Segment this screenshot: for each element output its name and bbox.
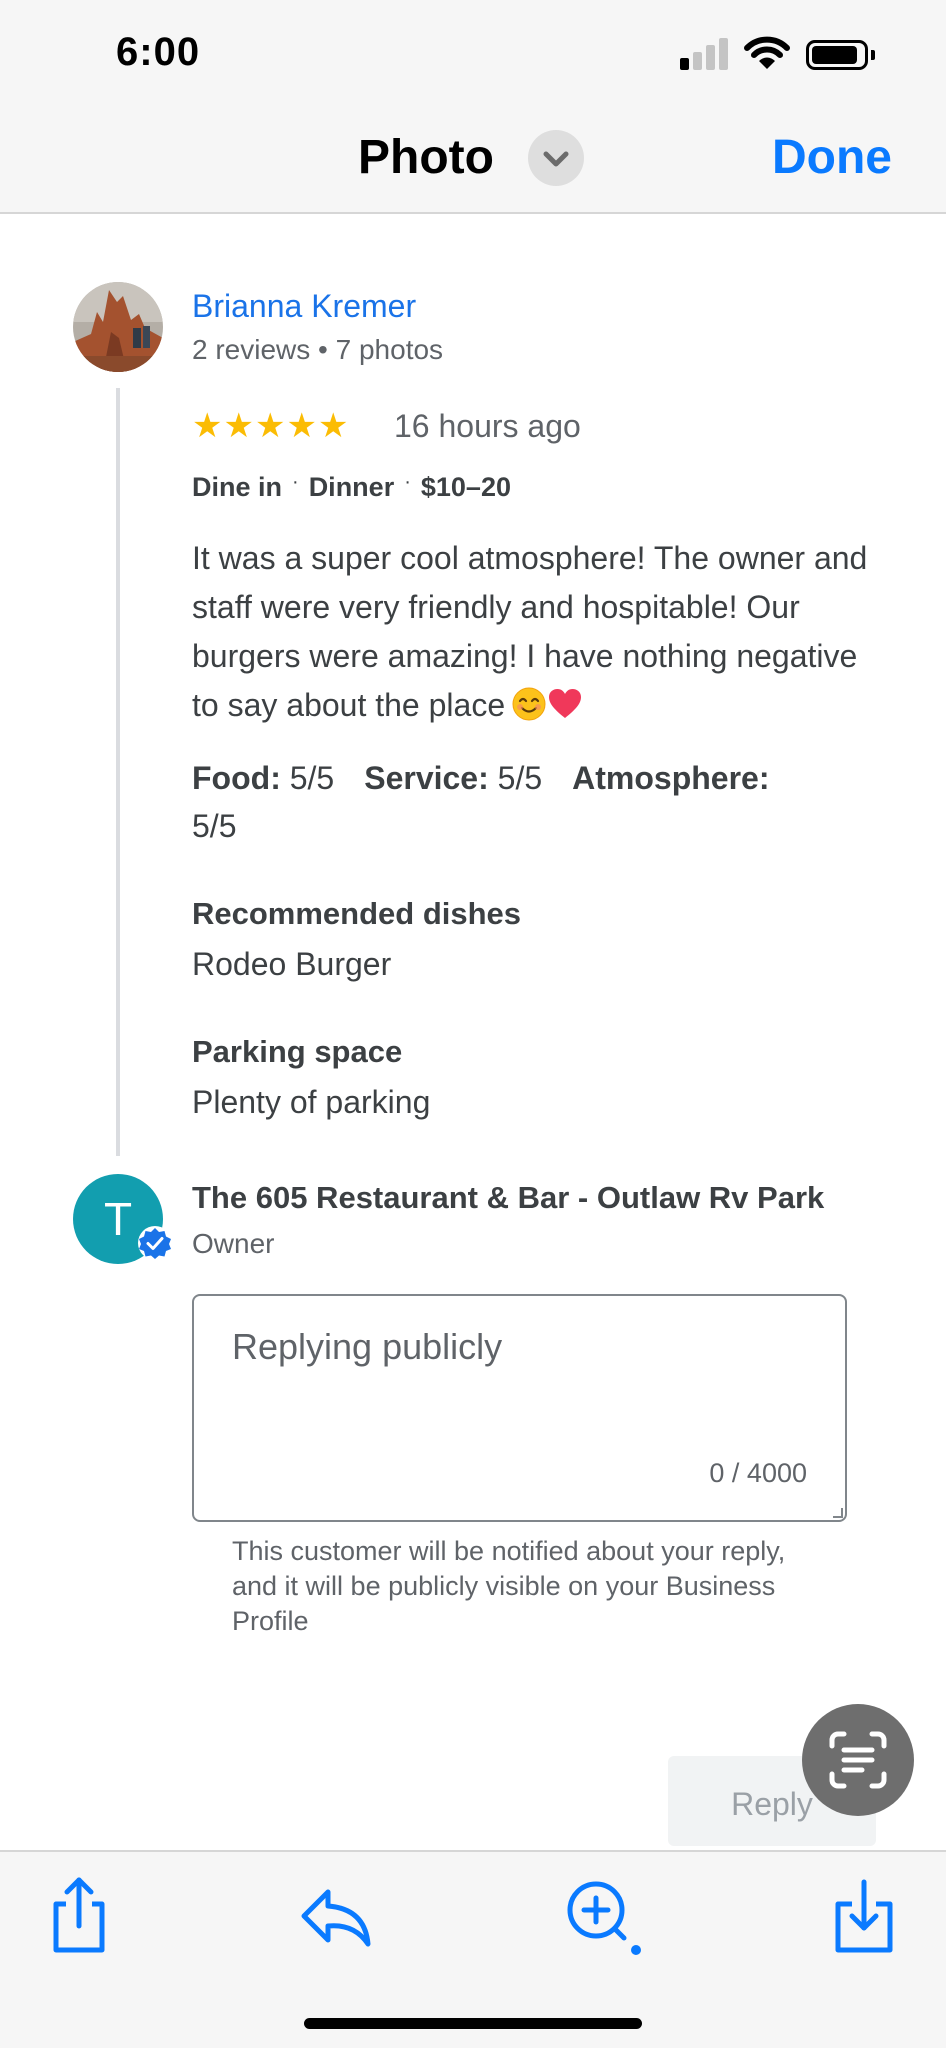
star-icon: ★ — [317, 407, 349, 445]
verified-badge-icon — [138, 1226, 172, 1260]
done-button[interactable]: Done — [772, 130, 892, 185]
reply-placeholder: Replying publicly — [232, 1326, 503, 1367]
battery-tip — [871, 50, 875, 60]
home-indicator[interactable] — [304, 2018, 642, 2029]
reply-char-counter: 0 / 4000 — [709, 1458, 807, 1488]
rating-service-value: 5/5 — [497, 760, 543, 796]
reviewer-meta: 2 reviews • 7 photos — [192, 334, 444, 365]
tag-dining-mode: Dine in — [192, 472, 283, 502]
parking-title: Parking space — [192, 1034, 403, 1069]
status-bar: 6:00 — [0, 0, 946, 108]
review-tags: Dine in · Dinner · $10–20 — [192, 471, 511, 502]
status-time: 6:00 — [116, 30, 201, 74]
download-icon[interactable] — [820, 1870, 910, 1960]
reply-arrow-icon[interactable] — [292, 1870, 382, 1960]
smiling-face-emoji-icon — [512, 687, 546, 721]
reviewer-name[interactable]: Brianna Kremer — [192, 288, 416, 325]
reply-hint: This customer will be notified about you… — [232, 1536, 786, 1636]
owner-name: The 605 Restaurant & Bar - Outlaw Rv Par… — [192, 1180, 825, 1215]
rating-atmosphere-label: Atmosphere: — [572, 760, 770, 796]
recommended-dishes-value: Rodeo Burger — [192, 946, 392, 982]
heart-emoji-icon — [549, 689, 582, 718]
star-rating: ★★★★★ — [192, 406, 349, 446]
rating-atmosphere-value: 5/5 — [192, 808, 237, 844]
chevron-down-icon[interactable] — [528, 130, 584, 186]
rating-food-value: 5/5 — [289, 760, 335, 796]
owner-role: Owner — [192, 1228, 275, 1259]
rating-service-label: Service: — [364, 760, 489, 796]
reply-textarea[interactable]: Replying publicly 0 / 4000 — [192, 1294, 847, 1522]
battery-icon — [806, 40, 868, 70]
zoom-in-icon[interactable] — [556, 1870, 646, 1960]
review-content: Brianna Kremer 2 reviews • 7 photos ★★★★… — [0, 216, 946, 1850]
bottom-toolbar — [0, 1850, 946, 2048]
wifi-icon — [744, 36, 790, 69]
reviewer-avatar[interactable] — [73, 282, 163, 372]
parking-value: Plenty of parking — [192, 1084, 431, 1120]
star-icon: ★ — [223, 407, 254, 445]
nav-title[interactable]: Photo — [358, 130, 494, 185]
review-text: It was a super cool atmosphere! The owne… — [192, 534, 892, 730]
live-text-button[interactable] — [802, 1704, 914, 1816]
recommended-dishes-title: Recommended dishes — [192, 896, 522, 931]
star-icon: ★ — [192, 407, 223, 445]
aspect-ratings: Food: 5/5 Service: 5/5 Atmosphere: 5/5 — [192, 754, 892, 850]
share-icon[interactable] — [34, 1870, 124, 1960]
star-icon: ★ — [286, 407, 317, 445]
thread-line — [116, 388, 120, 1156]
star-icon: ★ — [254, 407, 286, 445]
resize-grip-icon[interactable] — [833, 1508, 843, 1518]
tag-meal: Dinner — [308, 472, 395, 502]
review-time: 16 hours ago — [394, 408, 581, 444]
rating-food-label: Food: — [192, 760, 281, 796]
tag-price: $10–20 — [420, 472, 511, 502]
nav-bar: Photo Done — [0, 108, 946, 214]
live-text-icon — [829, 1731, 887, 1789]
cellular-signal-icon — [680, 36, 730, 70]
